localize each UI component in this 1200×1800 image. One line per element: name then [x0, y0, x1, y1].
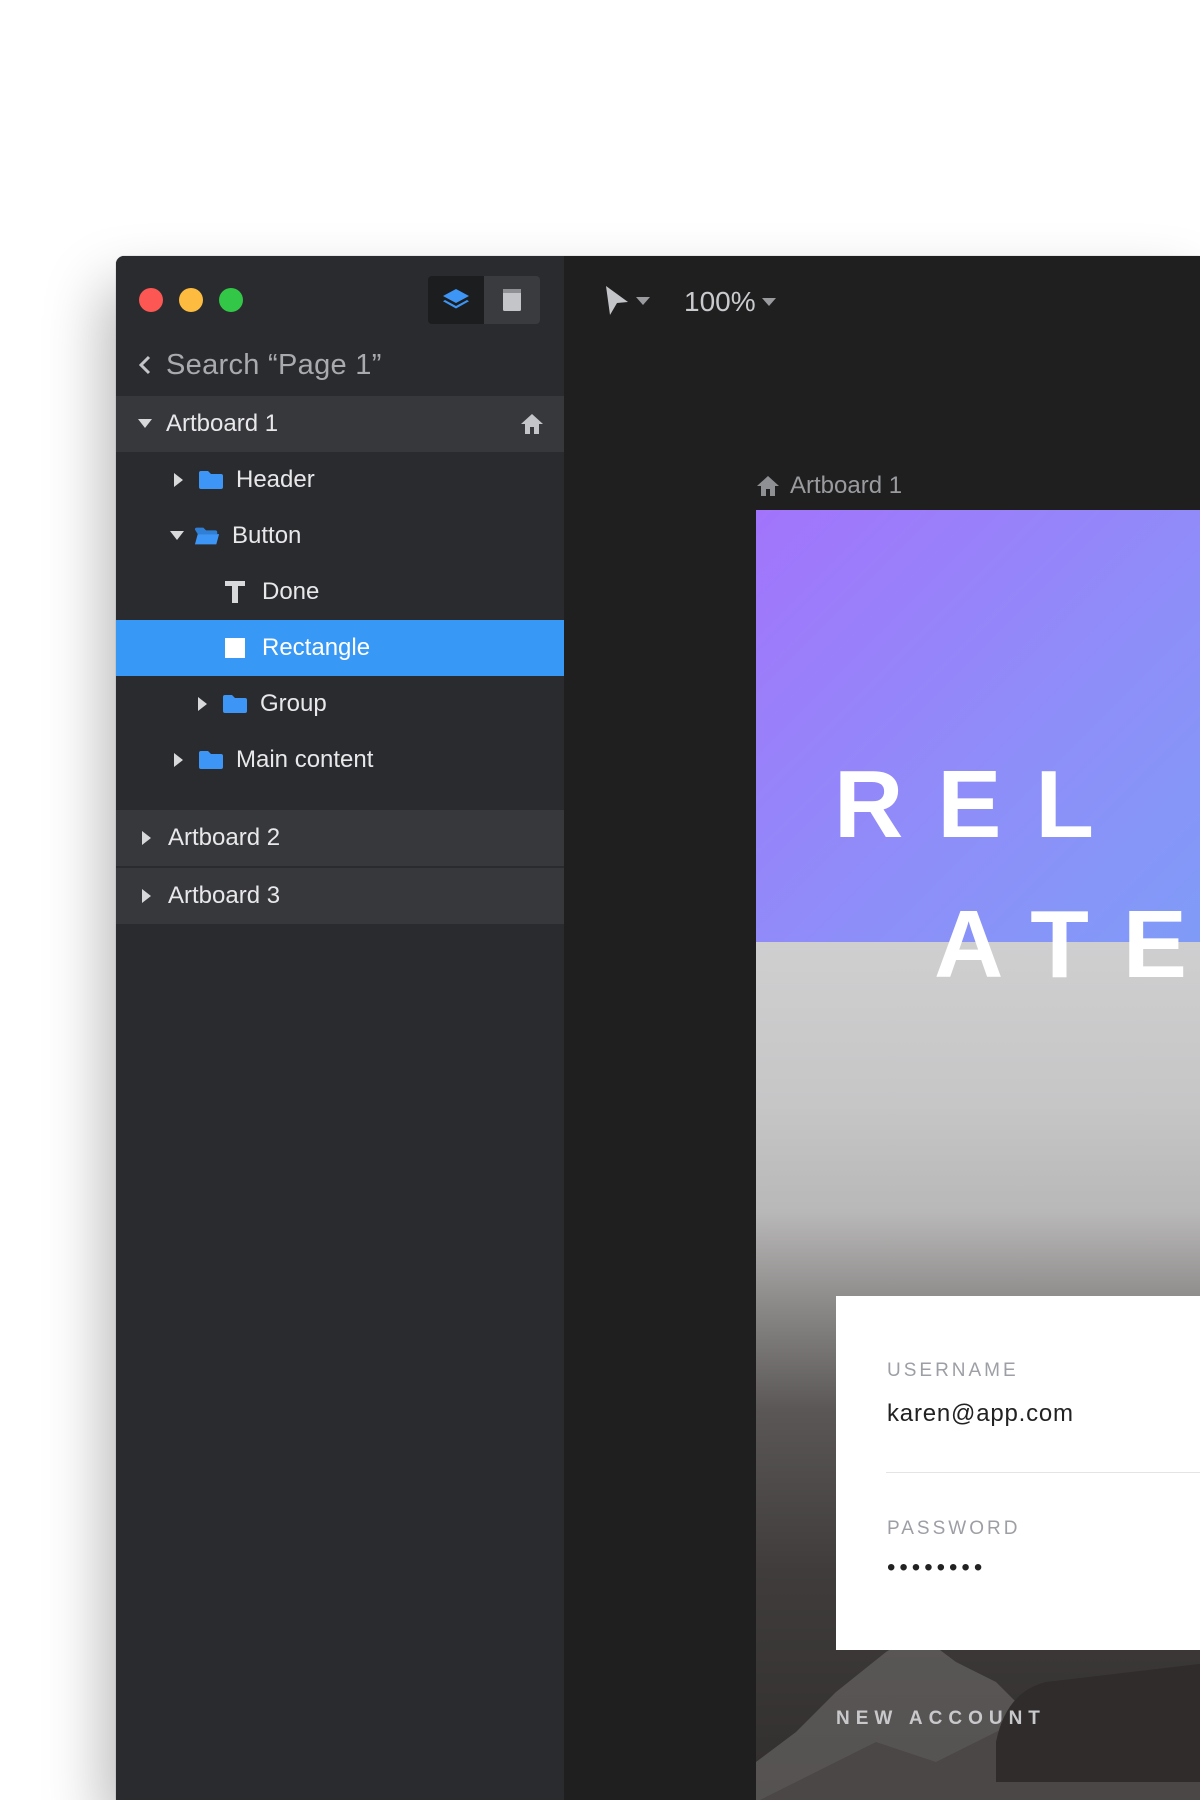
layer-label: Done [262, 578, 320, 605]
layer-row-done[interactable]: Done [116, 564, 564, 620]
zoom-dropdown[interactable]: 100% [684, 286, 776, 318]
username-field[interactable]: karen@app.com [887, 1400, 1074, 1428]
username-label: USERNAME [887, 1360, 1019, 1381]
rectangle-layer-icon [222, 637, 248, 659]
field-divider [886, 1472, 1200, 1473]
layer-row-rectangle[interactable]: Rectangle [116, 620, 564, 676]
zoom-value: 100% [684, 286, 756, 317]
layer-row-main-content[interactable]: Main content [116, 732, 564, 788]
folder-icon [222, 693, 248, 715]
artboard-caption-label: Artboard 1 [790, 472, 903, 499]
home-icon [757, 476, 779, 496]
disclosure-expanded-icon[interactable] [170, 529, 184, 543]
folder-open-icon [194, 525, 220, 547]
artboard-preview[interactable]: REL ATE USERNAME karen@app.com PASSWORD … [756, 510, 1200, 1800]
artboard-row-3[interactable]: Artboard 3 [116, 868, 564, 924]
layers-view-button[interactable] [428, 276, 484, 324]
cursor-arrow-icon [606, 286, 628, 315]
text-layer-icon [222, 581, 248, 603]
select-tool-button[interactable] [604, 284, 650, 318]
layer-row-button[interactable]: Button [116, 508, 564, 564]
artboard-label: Artboard 2 [168, 824, 281, 851]
home-icon[interactable] [520, 412, 544, 436]
hero-title-line-2: ATE [934, 891, 1200, 998]
layers-icon [443, 289, 469, 309]
search-label: Search “Page 1” [166, 348, 382, 381]
artboard-row-1[interactable]: Artboard 1 [116, 396, 564, 452]
disclosure-collapsed-icon[interactable] [172, 753, 186, 767]
new-account-link[interactable]: NEW ACCOUNT [836, 1708, 1046, 1730]
disclosure-collapsed-icon[interactable] [196, 697, 210, 711]
password-label: PASSWORD [887, 1518, 1021, 1539]
disclosure-expanded-icon[interactable] [138, 417, 152, 431]
page-icon [503, 289, 521, 311]
chevron-left-icon [138, 355, 156, 375]
artboard-label: Artboard 3 [168, 882, 281, 909]
header-gradient [756, 510, 1200, 942]
artboard-row-2[interactable]: Artboard 2 [116, 810, 564, 866]
folder-icon [198, 749, 224, 771]
layer-label: Group [260, 690, 327, 717]
close-window-button[interactable] [139, 288, 163, 312]
disclosure-collapsed-icon[interactable] [172, 473, 186, 487]
layers-sidebar: Search “Page 1” Artboard 1 Header Button… [116, 256, 564, 1800]
folder-icon [198, 469, 224, 491]
layer-label: Main content [236, 746, 374, 773]
layer-label: Rectangle [262, 634, 371, 661]
pages-view-button[interactable] [484, 276, 540, 324]
layer-tree: Artboard 1 Header Button Done Rectangle … [116, 396, 564, 924]
hero-title-line-1: REL [834, 751, 1128, 858]
maximize-window-button[interactable] [219, 288, 243, 312]
password-field[interactable]: •••••••• [887, 1554, 986, 1582]
layer-row-header[interactable]: Header [116, 452, 564, 508]
artboard-caption[interactable]: Artboard 1 [756, 472, 902, 500]
layer-label: Button [232, 522, 302, 549]
app-window: Search “Page 1” Artboard 1 Header Button… [116, 256, 1200, 1800]
view-switch [428, 276, 540, 324]
disclosure-collapsed-icon[interactable] [140, 889, 154, 903]
login-card: USERNAME karen@app.com PASSWORD •••••••• [836, 1296, 1200, 1650]
disclosure-collapsed-icon[interactable] [140, 831, 154, 845]
chevron-down-icon [636, 297, 650, 305]
minimize-window-button[interactable] [179, 288, 203, 312]
design-canvas[interactable]: 100% Artboard 1 REL ATE USERNAME karen@a… [564, 256, 1200, 1800]
artboard-label: Artboard 1 [166, 410, 279, 437]
layer-label: Header [236, 466, 315, 493]
chevron-down-icon [761, 298, 776, 306]
layer-row-group[interactable]: Group [116, 676, 564, 732]
search-back-button[interactable]: Search “Page 1” [116, 336, 564, 394]
